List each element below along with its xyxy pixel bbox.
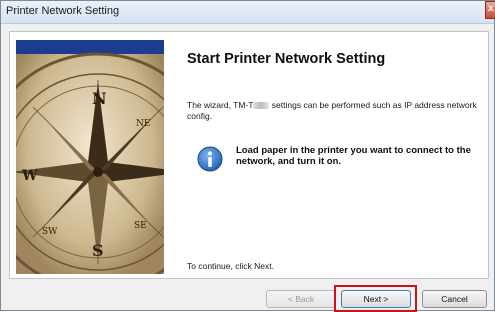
page-title: Start Printer Network Setting — [187, 51, 386, 67]
wizard-window: Printer Network Setting x N S W NE SE SW… — [0, 0, 495, 312]
back-button[interactable]: < Back — [266, 290, 336, 308]
info-icon — [197, 146, 223, 172]
next-button-highlight — [334, 285, 417, 312]
svg-text:W: W — [21, 168, 38, 184]
window-title: Printer Network Setting — [6, 5, 120, 17]
description-prefix: The wizard, TM-T — [187, 100, 254, 110]
wizard-page: N S W NE SE SW Start Printer Network Set… — [9, 31, 489, 279]
svg-text:S: S — [92, 241, 104, 260]
redacted-model — [253, 102, 270, 110]
close-button[interactable]: x — [485, 1, 495, 19]
close-icon: x — [488, 3, 494, 14]
cancel-button[interactable]: Cancel — [422, 290, 487, 308]
svg-text:SE: SE — [134, 221, 147, 231]
title-bar: Printer Network Setting x — [1, 1, 495, 24]
svg-text:NE: NE — [136, 119, 150, 129]
svg-text:SW: SW — [42, 227, 58, 237]
svg-text:N: N — [92, 89, 107, 108]
wizard-description: The wizard, TM-T settings can be perform… — [187, 100, 477, 122]
continue-instruction: To continue, click Next. — [187, 261, 274, 271]
compass-image: N S W NE SE SW — [16, 40, 164, 274]
load-paper-notice: Load paper in the printer you want to co… — [236, 145, 471, 167]
